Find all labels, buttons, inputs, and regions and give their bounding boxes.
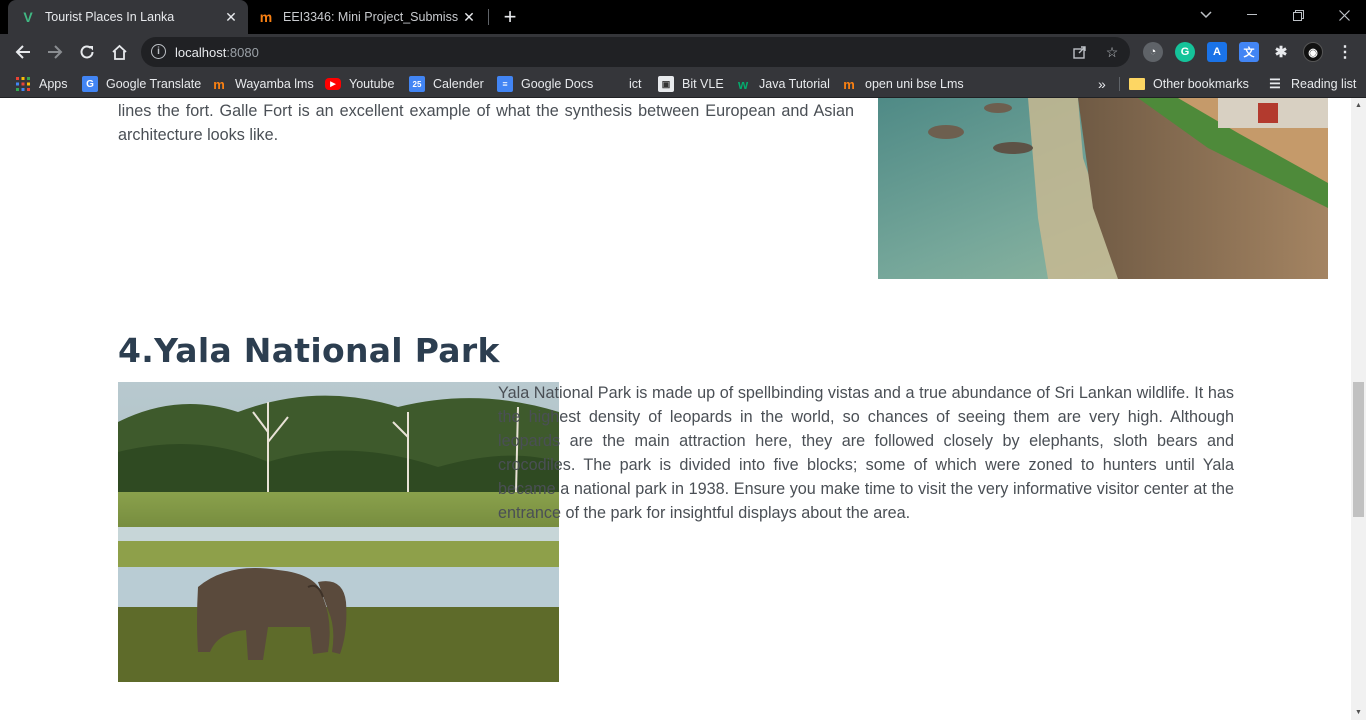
reading-list-icon: ☰: [1269, 76, 1281, 91]
bookmark-google-docs[interactable]: ≡ Google Docs: [497, 70, 593, 98]
bookmarks-divider: [1119, 77, 1120, 91]
extension-icon[interactable]: ◔: [1143, 42, 1163, 62]
bookmark-open-uni-lms[interactable]: m open uni bse Lms: [841, 70, 964, 98]
restore-icon[interactable]: [1275, 0, 1321, 30]
bookmark-wayamba-lms[interactable]: m Wayamba lms: [211, 70, 314, 98]
galle-fort-image: [878, 98, 1328, 279]
tab-title: EEI3346: Mini Project_Submission: [283, 10, 458, 24]
bookmark-calender[interactable]: 25 Calender: [409, 70, 484, 98]
more-menu-icon[interactable]: ⋮: [1335, 42, 1355, 62]
folder-icon: [1129, 78, 1145, 90]
bookmark-label: Google Docs: [521, 77, 594, 91]
tab-search-icon[interactable]: [1183, 0, 1229, 30]
google-translate-extension-icon[interactable]: 文: [1239, 42, 1259, 62]
bookmark-other-bookmarks[interactable]: Other bookmarks: [1129, 70, 1249, 98]
close-window-icon[interactable]: [1321, 0, 1366, 30]
bookmark-bit-vle[interactable]: ▣ Bit VLE: [658, 70, 724, 98]
bookmark-java-tutorial[interactable]: w Java Tutorial: [735, 70, 830, 98]
scrollbar-thumb[interactable]: [1353, 382, 1364, 517]
scroll-up-arrow-icon[interactable]: ▲: [1351, 98, 1366, 113]
url-text: localhost:8080: [175, 45, 259, 60]
new-tab-button[interactable]: +: [498, 4, 522, 29]
browser-toolbar: i localhost:8080 ☆ ◔ G A 文 ✱ ◉ ⋮: [0, 34, 1366, 70]
youtube-icon: ▶: [325, 78, 341, 90]
bookmark-google-translate[interactable]: G Google Translate: [82, 70, 201, 98]
blank-icon: [605, 76, 621, 92]
vue-logo-icon: V: [23, 9, 33, 25]
bookmark-youtube[interactable]: ▶ Youtube: [325, 70, 394, 98]
share-icon[interactable]: [1071, 43, 1089, 61]
page-scrollbar[interactable]: ▲ ▼: [1351, 98, 1366, 720]
tab-tourist-places[interactable]: V Tourist Places In Lanka ✕: [8, 0, 248, 34]
bookmarks-bar: Apps G Google Translate m Wayamba lms ▶ …: [0, 70, 1366, 98]
profile-avatar[interactable]: ◉: [1303, 42, 1323, 62]
puzzle-extensions-icon[interactable]: ✱: [1271, 42, 1291, 62]
google-docs-icon: ≡: [497, 76, 513, 92]
bookmark-label: ict: [629, 77, 642, 91]
translate-extension-icon[interactable]: A: [1207, 42, 1227, 62]
bookmark-label: Calender: [433, 77, 484, 91]
minimize-icon[interactable]: [1229, 0, 1275, 30]
bookmarks-overflow-button[interactable]: »: [1098, 70, 1106, 98]
yala-description: Yala National Park is made up of spellbi…: [498, 384, 1234, 522]
address-bar[interactable]: i localhost:8080 ☆: [141, 37, 1130, 67]
moodle-icon: m: [259, 9, 273, 25]
moodle-icon: m: [843, 76, 855, 92]
google-translate-icon: G: [82, 76, 98, 92]
site-info-icon[interactable]: i: [151, 44, 166, 59]
grammarly-icon[interactable]: G: [1175, 42, 1195, 62]
reading-list-button[interactable]: ☰ Reading list: [1267, 70, 1356, 98]
bookmark-label: Google Translate: [106, 77, 202, 91]
forward-arrow-icon[interactable]: [41, 38, 69, 66]
bookmark-label: Other bookmarks: [1153, 77, 1249, 91]
w3schools-icon: w: [737, 76, 749, 92]
bookmark-label: Reading list: [1291, 77, 1357, 91]
bookmark-label: Bit VLE: [682, 77, 724, 91]
bookmark-label: Wayamba lms: [235, 77, 314, 91]
tab-mini-project[interactable]: m EEI3346: Mini Project_Submission ✕: [250, 0, 486, 34]
close-icon[interactable]: ✕: [220, 6, 242, 28]
bookmark-apps[interactable]: Apps: [15, 70, 68, 98]
calendar-icon: 25: [409, 76, 425, 92]
yala-elephant-image: [118, 382, 559, 682]
browser-tab-strip: V Tourist Places In Lanka ✕ m EEI3346: M…: [0, 0, 1366, 34]
page-viewport: lines the fort. Galle Fort is an excelle…: [0, 98, 1366, 720]
apps-grid-icon: [15, 76, 31, 92]
bookmark-label: Java Tutorial: [759, 77, 830, 91]
home-icon[interactable]: [105, 38, 133, 66]
bookmark-label: Apps: [39, 77, 68, 91]
bookmark-star-icon[interactable]: ☆: [1103, 43, 1121, 61]
bookmark-label: Youtube: [349, 77, 395, 91]
moodle-icon: m: [213, 76, 225, 92]
tab-title: Tourist Places In Lanka: [45, 10, 175, 24]
bookmark-label: open uni bse Lms: [865, 77, 964, 91]
bookmark-ict[interactable]: ict: [605, 70, 642, 98]
yala-heading: 4.Yala National Park: [118, 331, 500, 370]
tab-divider: [488, 9, 489, 25]
bitvle-icon: ▣: [658, 76, 674, 92]
back-arrow-icon[interactable]: [9, 38, 37, 66]
reload-icon[interactable]: [73, 38, 101, 66]
close-icon[interactable]: ✕: [458, 6, 480, 28]
galle-fort-description: lines the fort. Galle Fort is an excelle…: [118, 102, 854, 144]
scroll-down-arrow-icon[interactable]: ▼: [1351, 705, 1366, 720]
